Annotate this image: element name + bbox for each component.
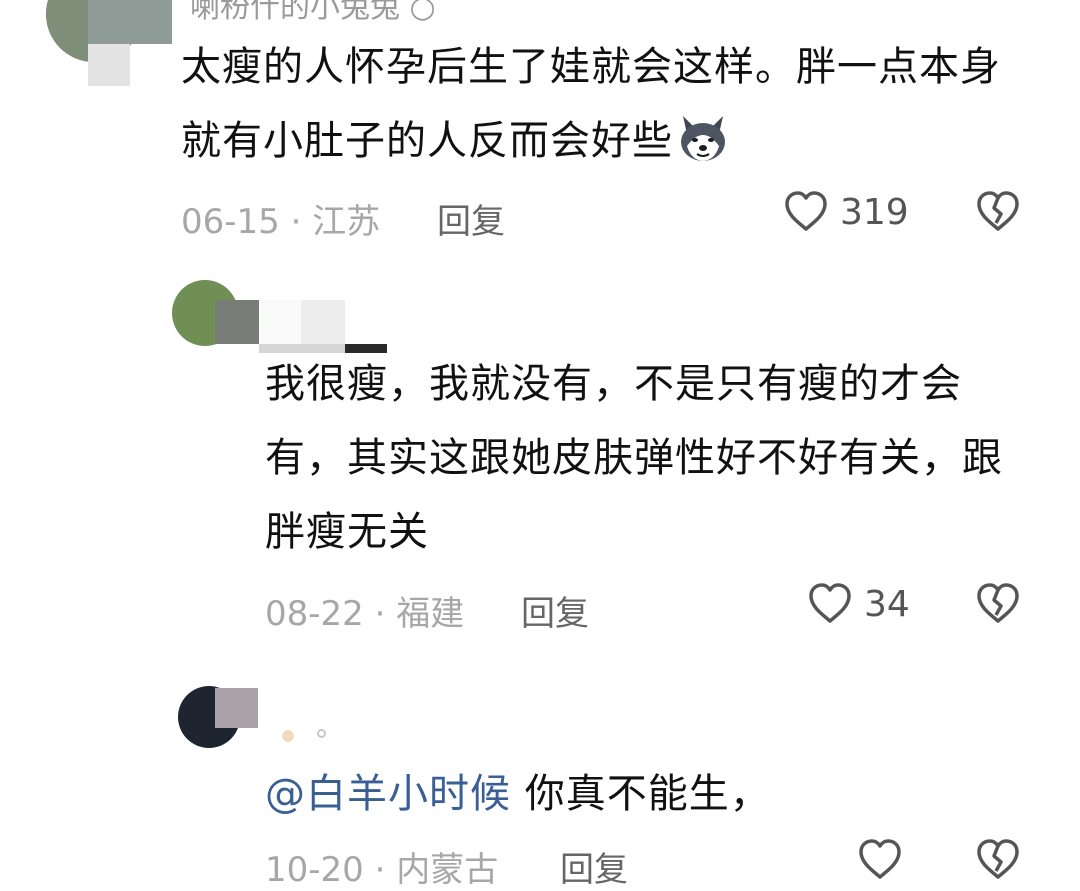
username[interactable]: 喇秎什的小兔兔 ○ [190,0,436,26]
meta-separator: · [374,594,386,634]
meta-separator: · [374,850,386,890]
comment-date: 08-22 [265,594,364,634]
comment-text: @白羊小时候 你真不能生， [265,757,1035,831]
reply-button[interactable]: 回复 [521,586,589,635]
like-button[interactable]: 34 [806,580,910,628]
heart-icon [809,583,851,623]
like-button[interactable]: 319 [782,188,909,236]
like-button[interactable] [856,836,904,884]
husky-dog-emoji [675,110,731,166]
avatar-mosaic [88,0,172,44]
comment-text: 太瘦的人怀孕后生了娃就会这样。胖一点本身就有小肚子的人反而会好些 [181,44,1001,166]
comment-body: 你真不能生， [524,771,771,817]
reply-button[interactable]: 回复 [560,842,628,891]
broken-heart-icon [977,191,1019,231]
username-mosaic [317,729,326,738]
avatar-mosaic [215,300,259,344]
dislike-button[interactable] [974,188,1022,240]
dislike-button[interactable] [974,836,1022,888]
avatar-mosaic [215,688,258,728]
dislike-button[interactable] [974,580,1022,632]
avatar-mosaic [88,44,130,86]
comment-date: 10-20 [265,850,364,890]
username-mosaic [259,300,301,344]
meta-separator: · [290,202,302,242]
like-count: 319 [840,191,909,233]
comment-location: 内蒙古 [396,850,499,890]
comment-text: 我很瘦，我就没有，不是只有瘦的才会有，其实这跟她皮肤弹性好不好有关，跟胖瘦无关 [265,361,1003,555]
reply-button[interactable]: 回复 [437,194,505,243]
comment-date: 06-15 [181,202,280,242]
broken-heart-icon [977,583,1019,623]
broken-heart-icon [977,839,1019,879]
comment-location: 福建 [396,594,465,634]
like-count: 34 [864,583,910,625]
comment-meta: 06-15 · 江苏 [181,194,380,243]
comment-location: 江苏 [312,202,381,242]
mention-link[interactable]: @白羊小时候 [265,771,511,817]
heart-icon [859,839,901,879]
username-mosaic [282,730,294,742]
username-mosaic [301,300,345,344]
comment-meta: 08-22 · 福建 [265,586,464,635]
heart-icon [785,191,827,231]
comment-meta: 10-20 · 内蒙古 [265,842,498,891]
